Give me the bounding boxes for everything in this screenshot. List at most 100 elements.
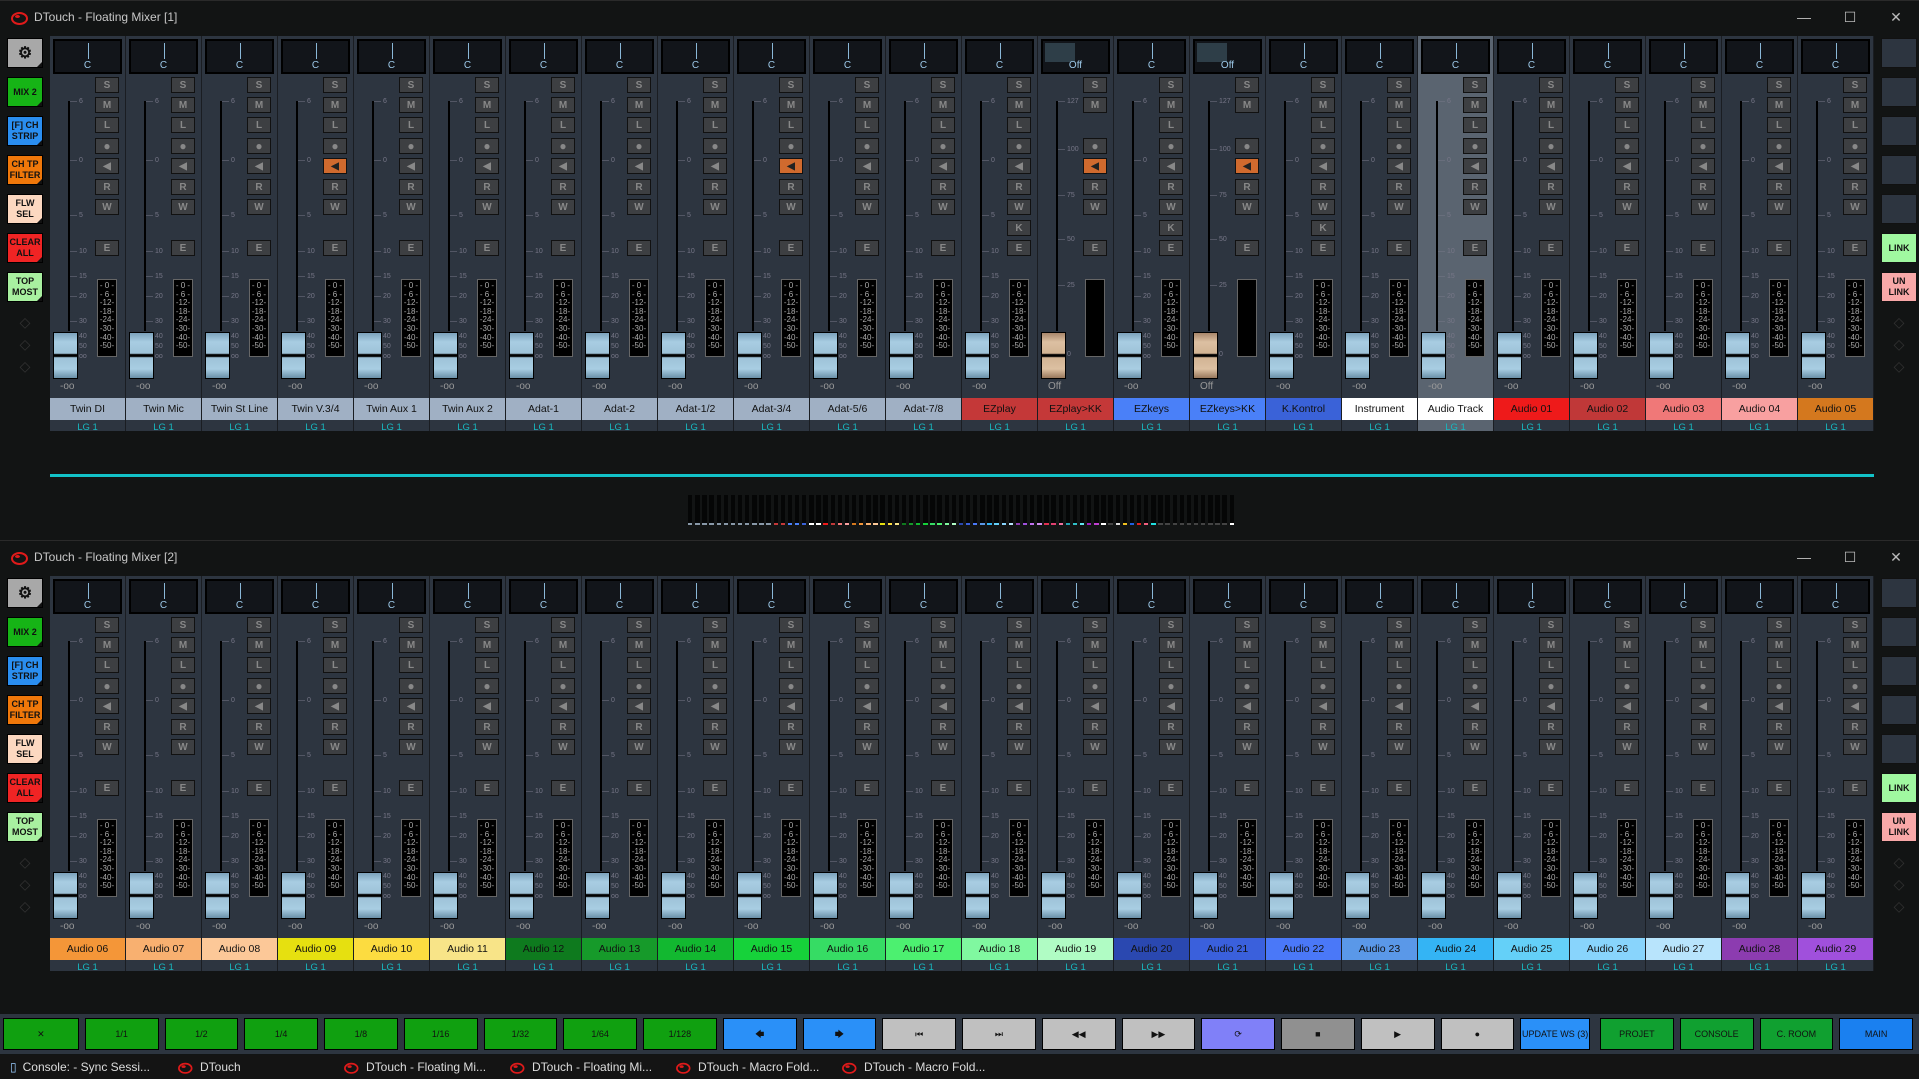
mute-button[interactable]: M: [1539, 637, 1563, 653]
mute-button[interactable]: M: [247, 97, 271, 113]
overview-channel[interactable]: [759, 495, 764, 525]
edit-button[interactable]: E: [1843, 240, 1867, 256]
monitor-button[interactable]: ◀: [1387, 698, 1411, 714]
clear-all-button[interactable]: CLEAR ALL: [7, 233, 43, 263]
edit-button[interactable]: E: [779, 780, 803, 796]
pan-knob[interactable]: C: [813, 579, 882, 614]
listen-button[interactable]: L: [1615, 117, 1639, 133]
pan-knob[interactable]: C: [1649, 39, 1718, 74]
volume-fader[interactable]: [1801, 332, 1826, 379]
monitor-button[interactable]: ◀: [399, 698, 423, 714]
grid-1-8-button[interactable]: 1/8: [324, 1018, 398, 1050]
channel-name[interactable]: Audio 25: [1494, 938, 1569, 960]
pan-knob[interactable]: C: [1725, 39, 1794, 74]
record-button[interactable]: ●: [1387, 138, 1411, 154]
volume-fader[interactable]: [509, 332, 534, 379]
mute-button[interactable]: M: [399, 97, 423, 113]
link-group-label[interactable]: LG 1: [1722, 422, 1797, 433]
volume-fader[interactable]: [737, 332, 762, 379]
edit-button[interactable]: E: [1463, 240, 1487, 256]
listen-button[interactable]: L: [703, 117, 727, 133]
nav-diamond-icon[interactable]: ◇: [1881, 333, 1917, 355]
overview-channel[interactable]: [780, 495, 786, 525]
nav-diamond-icon[interactable]: ◇: [7, 873, 43, 895]
record-button[interactable]: ●: [1615, 678, 1639, 694]
pan-knob[interactable]: C: [509, 39, 578, 74]
mute-button[interactable]: M: [95, 637, 119, 653]
write-button[interactable]: W: [1539, 199, 1563, 215]
link-group-label[interactable]: LG 1: [1418, 962, 1493, 973]
pan-knob[interactable]: C: [205, 579, 274, 614]
record-button[interactable]: ●: [323, 138, 347, 154]
overview-channel[interactable]: [1172, 495, 1177, 525]
listen-button[interactable]: L: [1387, 117, 1411, 133]
channel-name[interactable]: Instrument: [1342, 398, 1417, 420]
volume-fader[interactable]: [281, 872, 306, 919]
write-button[interactable]: W: [1007, 199, 1031, 215]
listen-button[interactable]: L: [1615, 657, 1639, 673]
channel-name[interactable]: Adat-2: [582, 398, 657, 420]
link-button[interactable]: LINK: [1881, 773, 1917, 803]
volume-fader[interactable]: [281, 332, 306, 379]
write-button[interactable]: W: [1159, 199, 1183, 215]
pan-knob[interactable]: C: [205, 39, 274, 74]
edit-button[interactable]: E: [1159, 780, 1183, 796]
taskbar-item[interactable]: DTouch - Macro Fold...: [830, 1055, 996, 1079]
link-group-label[interactable]: LG 1: [506, 422, 581, 433]
monitor-button[interactable]: ◀: [1843, 698, 1867, 714]
edit-button[interactable]: E: [1235, 780, 1259, 796]
channel-name[interactable]: Audio Track: [1418, 398, 1493, 420]
solo-button[interactable]: S: [1387, 77, 1411, 93]
overview-channel[interactable]: [1022, 495, 1028, 525]
listen-button[interactable]: L: [931, 117, 955, 133]
edit-button[interactable]: E: [1843, 780, 1867, 796]
pan-knob[interactable]: C: [585, 39, 654, 74]
mute-button[interactable]: M: [1387, 637, 1411, 653]
mute-button[interactable]: M: [1463, 637, 1487, 653]
link-group-label[interactable]: LG 1: [1722, 962, 1797, 973]
edit-button[interactable]: E: [171, 240, 195, 256]
monitor-button[interactable]: ◀: [1691, 158, 1715, 174]
mute-button[interactable]: M: [475, 97, 499, 113]
record-button[interactable]: ●: [1311, 678, 1335, 694]
listen-button[interactable]: L: [779, 117, 803, 133]
monitor-button[interactable]: ◀: [931, 698, 955, 714]
empty-slot-button[interactable]: [1881, 77, 1917, 107]
write-button[interactable]: W: [475, 199, 499, 215]
k-button[interactable]: K: [1159, 220, 1183, 236]
listen-button[interactable]: L: [1463, 117, 1487, 133]
link-group-label[interactable]: LG 1: [126, 962, 201, 973]
mute-button[interactable]: M: [1463, 97, 1487, 113]
record-button[interactable]: ●: [1463, 678, 1487, 694]
solo-button[interactable]: S: [1387, 617, 1411, 633]
channel-name[interactable]: K.Kontrol: [1266, 398, 1341, 420]
solo-button[interactable]: S: [703, 77, 727, 93]
solo-button[interactable]: S: [171, 77, 195, 93]
mute-button[interactable]: M: [931, 97, 955, 113]
volume-fader[interactable]: [1801, 872, 1826, 919]
write-button[interactable]: W: [931, 199, 955, 215]
solo-button[interactable]: S: [399, 77, 423, 93]
link-group-label[interactable]: LG 1: [1494, 962, 1569, 973]
grid-1-4-button[interactable]: 1/4: [244, 1018, 318, 1050]
record-button[interactable]: ●: [931, 138, 955, 154]
overview-channel[interactable]: [730, 495, 736, 525]
read-button[interactable]: R: [779, 719, 803, 735]
record-button[interactable]: ●: [399, 678, 423, 694]
pan-knob[interactable]: C: [129, 579, 198, 614]
solo-button[interactable]: S: [323, 617, 347, 633]
overview-channel[interactable]: [823, 495, 828, 525]
overview-channel[interactable]: [944, 495, 949, 525]
record-button[interactable]: ●: [171, 138, 195, 154]
overview-channel[interactable]: [1094, 495, 1099, 525]
settings-button[interactable]: ⚙: [7, 578, 43, 608]
mute-button[interactable]: M: [1311, 97, 1335, 113]
channel-name[interactable]: Audio 16: [810, 938, 885, 960]
taskbar-item[interactable]: DTouch - Floating Mi...: [332, 1055, 498, 1079]
monitor-button[interactable]: ◀: [171, 698, 195, 714]
record-button[interactable]: ●: [1691, 138, 1715, 154]
listen-button[interactable]: L: [1843, 117, 1867, 133]
clear-all-button[interactable]: CLEAR ALL: [7, 773, 43, 803]
link-group-label[interactable]: LG 1: [658, 422, 733, 433]
overview-channel[interactable]: [816, 495, 821, 525]
